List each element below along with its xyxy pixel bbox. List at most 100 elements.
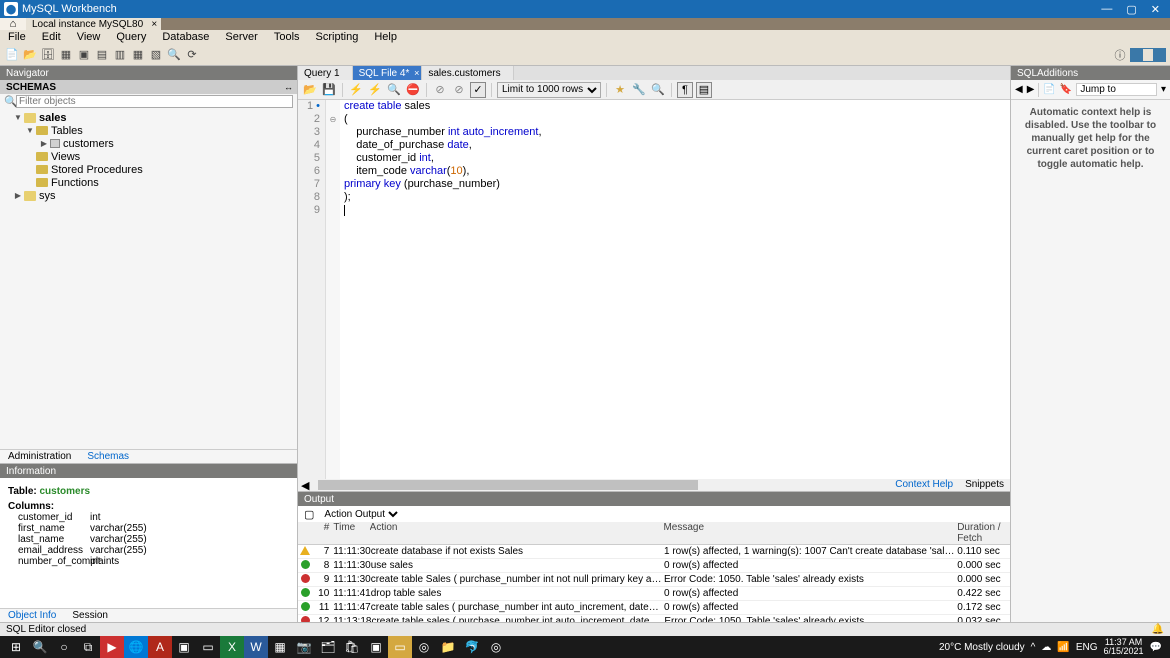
output-row[interactable]: 711:11:30create database if not exists S… xyxy=(298,545,1010,559)
notification-icon[interactable]: 🔔 xyxy=(1152,624,1164,635)
action-center-icon[interactable]: 💬 xyxy=(1150,642,1162,653)
tray-cloud-icon[interactable]: ☁ xyxy=(1041,642,1051,653)
menu-view[interactable]: View xyxy=(73,31,105,43)
taskbar-app-icon[interactable]: ▦ xyxy=(268,636,292,658)
auto-help-button[interactable]: 📄 xyxy=(1043,84,1055,95)
find-button[interactable]: 🔧 xyxy=(631,82,647,98)
new-sql-tab-button[interactable]: 📄 xyxy=(4,47,20,63)
filter-input[interactable] xyxy=(16,95,293,108)
tab-schemas[interactable]: Schemas xyxy=(79,450,137,463)
new-sp-button[interactable]: ▦ xyxy=(130,47,146,63)
nav-back-button[interactable]: ◀ xyxy=(1015,84,1023,95)
menu-scripting[interactable]: Scripting xyxy=(312,31,363,43)
autocommit-button[interactable]: ✓ xyxy=(470,82,486,98)
search-button[interactable]: 🔍 xyxy=(166,47,182,63)
taskbar-edge-icon[interactable]: 🌐 xyxy=(124,636,148,658)
snippets-button[interactable]: ▤ xyxy=(696,82,712,98)
menu-server[interactable]: Server xyxy=(221,31,261,43)
menu-file[interactable]: File xyxy=(4,31,30,43)
close-icon[interactable]: × xyxy=(151,19,157,30)
snippets-link[interactable]: Snippets xyxy=(959,479,1010,491)
context-help-link[interactable]: Context Help xyxy=(889,479,959,491)
maximize-button[interactable]: ▢ xyxy=(1126,3,1136,16)
menu-edit[interactable]: Edit xyxy=(38,31,65,43)
output-row[interactable]: 1111:11:47create table sales ( purchase_… xyxy=(298,601,1010,615)
menu-query[interactable]: Query xyxy=(112,31,150,43)
chevron-down-icon[interactable]: ▾ xyxy=(1161,84,1166,95)
table-data-button[interactable]: ▦ xyxy=(58,47,74,63)
taskbar-explorer-icon[interactable]: 📁 xyxy=(436,636,460,658)
new-func-button[interactable]: ▧ xyxy=(148,47,164,63)
menu-database[interactable]: Database xyxy=(158,31,213,43)
taskbar-chrome-icon[interactable]: ◎ xyxy=(484,636,508,658)
output-row[interactable]: 1211:13:18create table sales ( purchase_… xyxy=(298,615,1010,622)
tree-tables[interactable]: ▼Tables xyxy=(4,124,293,137)
taskbar-app-icon[interactable]: ▣ xyxy=(172,636,196,658)
execute-current-button[interactable]: ⚡ xyxy=(367,82,383,98)
scroll-thumb[interactable] xyxy=(318,480,698,490)
tab-object-info[interactable]: Object Info xyxy=(0,609,64,622)
tree-functions[interactable]: Functions xyxy=(4,176,293,189)
taskbar-app-icon[interactable]: ▭ xyxy=(196,636,220,658)
close-button[interactable]: ✕ xyxy=(1151,3,1160,16)
inspector-button[interactable]: 🗄 xyxy=(40,47,56,63)
tray-chevron-icon[interactable]: ^ xyxy=(1031,642,1036,653)
about-icon[interactable]: ⓘ xyxy=(1112,47,1128,63)
nav-fwd-button[interactable]: ▶ xyxy=(1027,84,1035,95)
invisible-button[interactable]: 🔍 xyxy=(650,82,666,98)
tray-lang[interactable]: ENG xyxy=(1076,642,1098,653)
tree-table-customers[interactable]: ▶customers xyxy=(4,137,293,150)
editor-scrollbar[interactable]: ◀ Context Help Snippets xyxy=(298,479,1010,491)
home-tab[interactable]: ⌂ xyxy=(0,18,26,30)
taskbar-app-icon[interactable]: ▶ xyxy=(100,636,124,658)
commit-button[interactable]: ⊘ xyxy=(432,82,448,98)
output-row[interactable]: 911:11:30create table Sales ( purchase_n… xyxy=(298,573,1010,587)
reconnect-button[interactable]: ⟳ xyxy=(184,47,200,63)
manual-help-button[interactable]: 🔖 xyxy=(1060,84,1072,95)
output-row[interactable]: 811:11:30use sales0 row(s) affected0.000… xyxy=(298,559,1010,573)
rollback-button[interactable]: ⊘ xyxy=(451,82,467,98)
execute-button[interactable]: ⚡ xyxy=(348,82,364,98)
sql-editor[interactable]: 1 •23456789 ⊖ create table sales ( purch… xyxy=(298,100,1010,479)
tab-administration[interactable]: Administration xyxy=(0,450,79,463)
menu-help[interactable]: Help xyxy=(370,31,401,43)
output-filter-icon[interactable]: ▢ xyxy=(304,508,314,521)
beautify-button[interactable]: ★ xyxy=(612,82,628,98)
new-schema-button[interactable]: ▣ xyxy=(76,47,92,63)
taskbar-excel-icon[interactable]: X xyxy=(220,636,244,658)
cortana-button[interactable]: ○ xyxy=(52,636,76,658)
taskbar-app-icon[interactable]: ▣ xyxy=(364,636,388,658)
tab-session[interactable]: Session xyxy=(64,609,116,622)
minimize-button[interactable]: — xyxy=(1101,3,1112,16)
limit-select[interactable]: Limit to 1000 rows xyxy=(497,82,601,98)
editor-tab-query1[interactable]: Query 1 xyxy=(298,66,353,80)
taskbar-app-icon[interactable]: 📷 xyxy=(292,636,316,658)
tree-db-sales[interactable]: ▼sales xyxy=(4,111,293,124)
tray-wifi-icon[interactable]: 📶 xyxy=(1057,642,1069,653)
save-file-button[interactable]: 💾 xyxy=(321,82,337,98)
new-view-button[interactable]: ▥ xyxy=(112,47,128,63)
menu-tools[interactable]: Tools xyxy=(270,31,304,43)
open-file-button[interactable]: 📂 xyxy=(302,82,318,98)
tree-db-sys[interactable]: ▶sys xyxy=(4,189,293,202)
taskbar-app-icon[interactable]: 🛍 xyxy=(340,636,364,658)
search-button[interactable]: 🔍 xyxy=(28,636,52,658)
stop-button[interactable]: ⛔ xyxy=(405,82,421,98)
open-sql-button[interactable]: 📂 xyxy=(22,47,38,63)
tree-sp[interactable]: Stored Procedures xyxy=(4,163,293,176)
weather-widget[interactable]: 20°C Mostly cloudy xyxy=(939,642,1025,653)
output-row[interactable]: 1011:11:41drop table sales0 row(s) affec… xyxy=(298,587,1010,601)
panel-toggle[interactable] xyxy=(1130,48,1166,62)
collapse-icon[interactable]: ↔ xyxy=(284,82,293,92)
clock[interactable]: 11:37 AM 6/15/2021 xyxy=(1104,638,1144,656)
explain-button[interactable]: 🔍 xyxy=(386,82,402,98)
taskbar-app-icon[interactable]: ▭ xyxy=(388,636,412,658)
connection-tab[interactable]: Local instance MySQL80 × xyxy=(26,18,161,30)
taskview-button[interactable]: ⧉ xyxy=(76,636,100,658)
taskbar-app-icon[interactable]: 🗂 xyxy=(316,636,340,658)
editor-tab-customers[interactable]: sales.customers xyxy=(422,66,513,80)
jump-to-input[interactable]: Jump to xyxy=(1076,83,1157,96)
taskbar-app-icon[interactable]: 🐬 xyxy=(460,636,484,658)
new-table-button[interactable]: ▤ xyxy=(94,47,110,63)
start-button[interactable]: ⊞ xyxy=(4,636,28,658)
